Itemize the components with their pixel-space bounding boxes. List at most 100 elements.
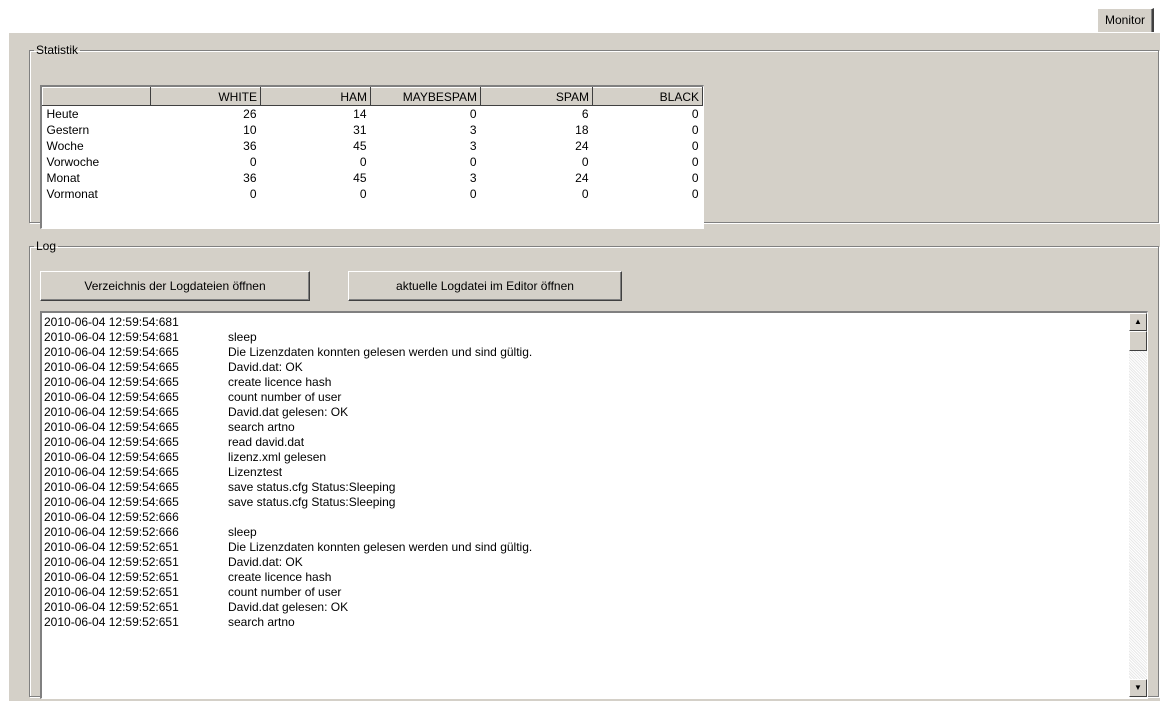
row-label: Woche	[46, 139, 84, 153]
log-entry[interactable]: 2010-06-04 12:59:54:665 David.dat gelesen…	[44, 405, 532, 420]
cell-maybespam: 0	[469, 187, 477, 201]
cell-black: 0	[691, 139, 699, 153]
log-message: search artno	[228, 420, 295, 434]
cell-ham: 31	[353, 123, 367, 137]
cell-maybespam: 3	[469, 123, 477, 137]
cell-white: 36	[243, 171, 257, 185]
log-timestamp: 2010-06-04 12:59:52:666	[44, 510, 179, 524]
log-entry[interactable]: 2010-06-04 12:59:54:665 read david.dat	[44, 435, 532, 450]
statistik-table[interactable]: WHITE HAM MAYBESPAM SPAM BLACK Heute 26 14…	[40, 85, 704, 229]
cell-white: 0	[249, 187, 257, 201]
cell-ham: 0	[359, 155, 367, 169]
log-entry[interactable]: 2010-06-04 12:59:52:651 create licence ha…	[44, 570, 532, 585]
table-row[interactable]: Heute 26 14 0 6 0	[43, 106, 703, 123]
cell-ham: 0	[359, 187, 367, 201]
log-timestamp: 2010-06-04 12:59:54:665	[44, 450, 179, 464]
log-lines: 2010-06-04 12:59:54:681 2010-06-04 12:59:…	[44, 315, 532, 630]
cell-spam: 0	[581, 187, 589, 201]
log-scrollbar[interactable]: ▲ ▼	[1129, 313, 1147, 697]
log-entry[interactable]: 2010-06-04 12:59:54:665 Lizenztest	[44, 465, 532, 480]
log-message: create licence hash	[228, 375, 332, 389]
log-entry[interactable]: 2010-06-04 12:59:52:666 sleep	[44, 525, 532, 540]
column-header-ham[interactable]: HAM	[260, 87, 371, 106]
scroll-down-arrow-icon[interactable]: ▼	[1129, 679, 1147, 697]
open-logfile-in-editor-button[interactable]: aktuelle Logdatei im Editor öffnen	[348, 271, 622, 301]
column-header-white[interactable]: WHITE	[150, 87, 261, 106]
table-row[interactable]: Vormonat 0 0 0 0 0	[43, 186, 703, 202]
log-entry[interactable]: 2010-06-04 12:59:54:665 David.dat: OK	[44, 360, 532, 375]
log-entry[interactable]: 2010-06-04 12:59:54:665 create licence ha…	[44, 375, 532, 390]
log-entry[interactable]: 2010-06-04 12:59:54:665 search artno	[44, 420, 532, 435]
log-message: Die Lizenzdaten konnten gelesen werden u…	[228, 345, 533, 359]
table-row[interactable]: Gestern 10 31 3 18 0	[43, 122, 703, 138]
cell-spam: 6	[581, 107, 589, 121]
cell-ham: 45	[353, 139, 367, 153]
log-message: search artno	[228, 615, 295, 629]
cell-white: 26	[243, 107, 257, 121]
open-log-directory-button[interactable]: Verzeichnis der Logdateien öffnen	[40, 271, 310, 301]
log-timestamp: 2010-06-04 12:59:52:651	[44, 585, 179, 599]
statistik-group: Statistik WHITE HAM MAYBESPAM SPAM BLACK	[29, 43, 1159, 229]
table-row[interactable]: Monat 36 45 3 24 0	[43, 170, 703, 186]
cell-spam: 0	[581, 155, 589, 169]
log-message: create licence hash	[228, 570, 332, 584]
row-label: Gestern	[46, 123, 90, 137]
table-row[interactable]: Woche 36 45 3 24 0	[43, 138, 703, 154]
log-message: David.dat gelesen: OK	[228, 405, 349, 419]
log-entry[interactable]: 2010-06-04 12:59:52:651 search artno	[44, 615, 532, 630]
column-header[interactable]	[42, 87, 151, 106]
cell-spam: 18	[575, 123, 589, 137]
log-message: David.dat: OK	[228, 360, 303, 374]
log-entry[interactable]: 2010-06-04 12:59:54:665 lizenz.xml gelese…	[44, 450, 532, 465]
table-header-row: WHITE HAM MAYBESPAM SPAM BLACK	[42, 87, 703, 106]
log-timestamp: 2010-06-04 12:59:52:651	[44, 555, 179, 569]
log-timestamp: 2010-06-04 12:59:52:651	[44, 570, 179, 584]
log-timestamp: 2010-06-04 12:59:54:665	[44, 375, 179, 389]
cell-white: 0	[249, 155, 257, 169]
log-legend: Log	[36, 239, 57, 253]
row-label: Heute	[46, 107, 79, 121]
log-timestamp: 2010-06-04 12:59:54:665	[44, 390, 179, 404]
cell-black: 0	[691, 187, 699, 201]
scrollbar-thumb[interactable]	[1129, 331, 1147, 351]
log-timestamp: 2010-06-04 12:59:54:665	[44, 465, 179, 479]
statistik-legend: Statistik	[36, 43, 79, 57]
log-message: Lizenztest	[228, 465, 283, 479]
log-entry[interactable]: 2010-06-04 12:59:52:651 count number of u…	[44, 585, 532, 600]
cell-black: 0	[691, 171, 699, 185]
tab-monitor[interactable]: Monitor	[1096, 8, 1154, 32]
table-row[interactable]: Vorwoche 0 0 0 0 0	[43, 154, 703, 170]
log-entry[interactable]: 2010-06-04 12:59:54:665 save status.cfg S…	[44, 480, 532, 495]
scroll-up-arrow-icon[interactable]: ▲	[1129, 313, 1147, 331]
log-entry[interactable]: 2010-06-04 12:59:52:651 David.dat: OK	[44, 555, 532, 570]
cell-maybespam: 3	[469, 139, 477, 153]
log-message: read david.dat	[228, 435, 305, 449]
column-header-spam[interactable]: SPAM	[480, 87, 593, 106]
log-entry[interactable]: 2010-06-04 12:59:54:665 count number of u…	[44, 390, 532, 405]
cell-maybespam: 3	[469, 171, 477, 185]
log-entry[interactable]: 2010-06-04 12:59:54:681	[44, 315, 532, 330]
column-header-maybespam[interactable]: MAYBESPAM	[370, 87, 481, 106]
log-timestamp: 2010-06-04 12:59:54:665	[44, 360, 179, 374]
log-entry[interactable]: 2010-06-04 12:59:54:665 save status.cfg S…	[44, 495, 532, 510]
log-message: sleep	[228, 525, 257, 539]
row-label: Monat	[46, 171, 80, 185]
log-message: David.dat gelesen: OK	[228, 600, 349, 614]
log-entry[interactable]: 2010-06-04 12:59:54:665 Die Lizenzdaten k…	[44, 345, 532, 360]
cell-white: 36	[243, 139, 257, 153]
monitor-panel: Statistik WHITE HAM MAYBESPAM SPAM BLACK	[8, 32, 1160, 701]
log-message: Die Lizenzdaten konnten gelesen werden u…	[228, 540, 533, 554]
log-message: count number of user	[228, 585, 342, 599]
log-entry[interactable]: 2010-06-04 12:59:52:651 Die Lizenzdaten k…	[44, 540, 532, 555]
row-label: Vormonat	[46, 187, 98, 201]
log-timestamp: 2010-06-04 12:59:54:665	[44, 435, 179, 449]
cell-spam: 24	[575, 139, 589, 153]
log-message: save status.cfg Status:Sleeping	[228, 480, 396, 494]
column-header-black[interactable]: BLACK	[592, 87, 703, 106]
log-entry[interactable]: 2010-06-04 12:59:52:666	[44, 510, 532, 525]
log-entry[interactable]: 2010-06-04 12:59:52:651 David.dat gelesen…	[44, 600, 532, 615]
log-message: David.dat: OK	[228, 555, 303, 569]
log-entry[interactable]: 2010-06-04 12:59:54:681 sleep	[44, 330, 532, 345]
log-list[interactable]: 2010-06-04 12:59:54:681 2010-06-04 12:59:…	[40, 311, 1148, 699]
log-timestamp: 2010-06-04 12:59:52:651	[44, 540, 179, 554]
